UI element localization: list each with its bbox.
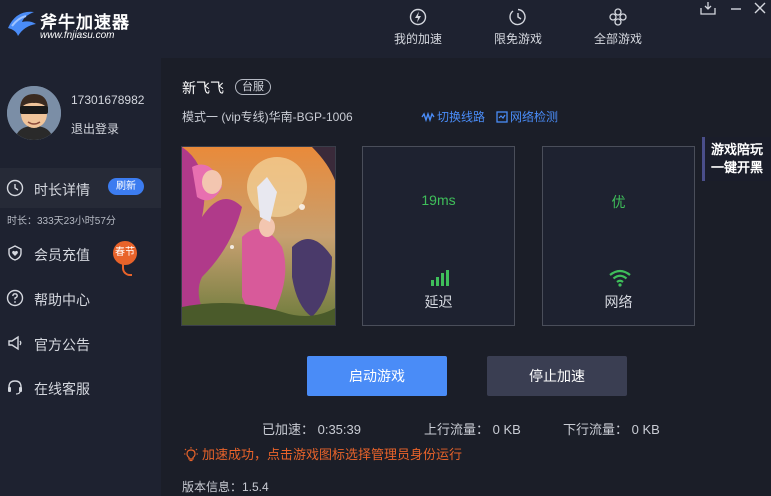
nav-all-games-label: 全部游戏 xyxy=(593,32,642,46)
nav-my-boost-label: 我的加速 xyxy=(393,32,442,46)
promo-banner[interactable]: 游戏陪玩 一键开黑 xyxy=(702,137,771,181)
sidebar-item-announcement[interactable]: 官方公告 xyxy=(0,323,161,363)
latency-panel: 19ms 延迟 xyxy=(362,146,515,326)
nav-all-games[interactable]: 全部游戏 xyxy=(573,0,663,58)
sidebar: 17301678982 退出登录 时长详情 刷新 时长：333天23小时57分 … xyxy=(0,58,161,496)
network-label: 网络 xyxy=(604,294,633,310)
network-quality-value: 优 xyxy=(611,194,626,210)
server-tag: 台服 xyxy=(235,79,271,95)
success-notice-text: 加速成功，点击游戏图标选择管理员身份运行 xyxy=(202,447,463,462)
switch-route-button[interactable]: 切换线路 xyxy=(421,108,485,125)
network-check-label: 网络检测 xyxy=(510,110,559,124)
shield-heart-icon xyxy=(8,245,22,261)
sidebar-item-label: 帮助中心 xyxy=(34,292,90,308)
refresh-badge[interactable]: 刷新 xyxy=(108,178,144,195)
message-button[interactable] xyxy=(699,0,719,18)
minimize-button[interactable] xyxy=(728,0,748,18)
nav-free-games[interactable]: 限免游戏 xyxy=(473,0,563,58)
sidebar-item-label: 在线客服 xyxy=(34,381,90,397)
signal-bars-icon xyxy=(431,270,449,286)
logout-link[interactable]: 退出登录 xyxy=(71,120,119,137)
version-info: 版本信息：1.5.4 xyxy=(182,480,269,494)
boosted-time: 已加速： 0:35:39 xyxy=(262,422,361,437)
minimize-icon xyxy=(731,8,741,10)
lightning-icon xyxy=(409,8,427,26)
promo-line-2: 一键开黑 xyxy=(711,160,764,175)
sidebar-item-label: 时长详情 xyxy=(34,182,90,198)
app-logo: 斧牛加速器 www.fnjiasu.com xyxy=(6,6,146,42)
bulb-icon xyxy=(184,447,198,462)
switch-route-label: 切换线路 xyxy=(437,110,486,124)
game-title: 新飞飞 xyxy=(182,80,224,96)
wifi-icon xyxy=(609,269,631,287)
headset-icon xyxy=(8,380,22,395)
axe-logo-icon xyxy=(8,11,36,36)
latency-value: 19ms xyxy=(421,192,456,208)
inbox-icon xyxy=(700,2,716,15)
start-game-button[interactable]: 启动游戏 xyxy=(307,356,447,396)
title-bar: 斧牛加速器 www.fnjiasu.com 我的加速 限免游戏 全部游戏 xyxy=(0,0,771,58)
network-check-icon xyxy=(496,111,508,123)
badge-tail xyxy=(122,262,132,276)
help-icon xyxy=(6,289,24,307)
sidebar-item-support[interactable]: 在线客服 xyxy=(0,367,161,407)
clock-icon xyxy=(509,8,526,26)
megaphone-icon xyxy=(8,335,22,351)
avatar xyxy=(7,86,61,140)
download-traffic: 下行流量： 0 KB xyxy=(563,422,660,437)
game-artwork xyxy=(182,147,335,325)
route-mode: 模式一 (vip专线)华南-BGP-1006 xyxy=(182,110,353,124)
sidebar-item-label: 官方公告 xyxy=(34,337,90,353)
success-notice: 加速成功，点击游戏图标选择管理员身份运行 xyxy=(184,444,462,463)
upload-traffic: 上行流量： 0 KB xyxy=(424,422,521,437)
gamepad-icon xyxy=(609,8,627,26)
network-check-button[interactable]: 网络检测 xyxy=(496,108,558,125)
user-phone: 17301678982 xyxy=(71,93,145,107)
nav-my-boost[interactable]: 我的加速 xyxy=(373,0,463,58)
route-icon xyxy=(421,111,435,123)
app-url: www.fnjiasu.com xyxy=(40,30,115,41)
clock-icon xyxy=(6,179,24,197)
nav-free-games-label: 限免游戏 xyxy=(493,32,542,46)
close-icon xyxy=(754,2,766,14)
network-panel: 优 网络 xyxy=(542,146,695,326)
close-button[interactable] xyxy=(752,0,771,18)
game-cover-image[interactable] xyxy=(181,146,336,326)
latency-label: 延迟 xyxy=(424,294,453,310)
promo-line-1: 游戏陪玩 xyxy=(711,142,764,157)
sidebar-item-help[interactable]: 帮助中心 xyxy=(0,278,161,318)
sidebar-item-label: 会员充值 xyxy=(34,247,90,263)
user-avatar-icon xyxy=(7,86,61,140)
duration-text: 时长：333天23小时57分 xyxy=(7,216,116,227)
stop-boost-button[interactable]: 停止加速 xyxy=(487,356,627,396)
